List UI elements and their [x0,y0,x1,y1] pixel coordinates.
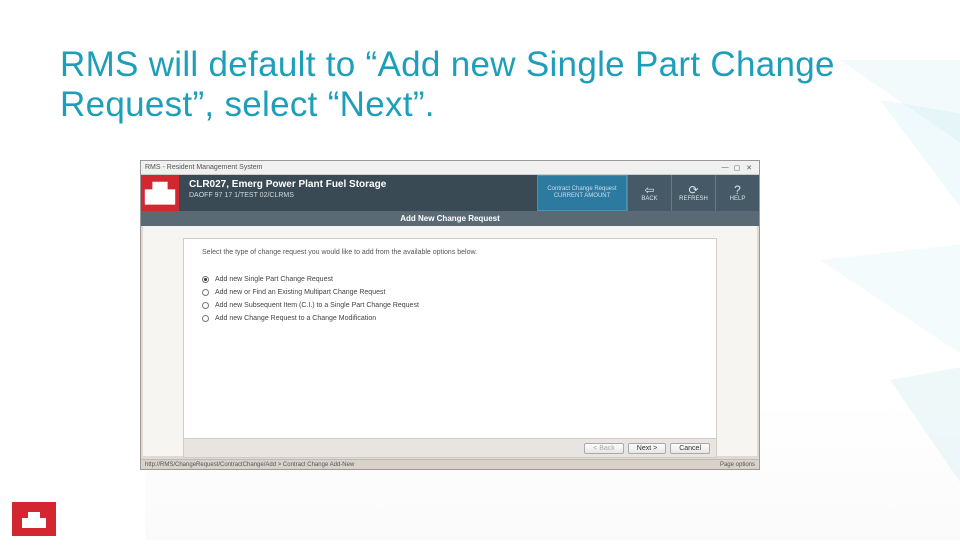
summary-box[interactable]: Contract Change Request CURRENT AMOUNT [537,175,627,211]
help-icon: ? [734,184,741,196]
contract-title: CLR027, Emerg Power Plant Fuel Storage [189,179,527,190]
option-label: Add new Subsequent Item (C.I.) to a Sing… [215,302,419,309]
option-change-modification[interactable]: Add new Change Request to a Change Modif… [202,315,698,322]
section-title: Add New Change Request [141,211,759,226]
status-page-options[interactable]: Page options [720,462,755,468]
usace-logo [141,175,179,211]
slide-title: RMS will default to “Add new Single Part… [60,45,840,126]
status-bar: http://RMS/ChangeRequest/ContractChange/… [141,459,759,469]
status-path: http://RMS/ChangeRequest/ContractChange/… [145,462,354,468]
window-minimize-button[interactable]: — [719,164,731,171]
back-button[interactable]: ⇦ BACK [627,175,671,211]
summary-box-line1: Contract Change Request [547,186,616,193]
option-label: Add new Single Part Change Request [215,276,333,283]
radio-icon [202,276,209,283]
wizard-next-button[interactable]: Next > [628,443,666,454]
back-arrow-icon: ⇦ [644,184,654,196]
app-header-main: CLR027, Emerg Power Plant Fuel Storage D… [179,175,537,211]
window-maximize-button[interactable]: ▢ [731,164,743,172]
refresh-icon: ⟳ [688,184,698,196]
option-subsequent-item[interactable]: Add new Subsequent Item (C.I.) to a Sing… [202,302,698,309]
refresh-label: REFRESH [679,196,708,202]
form-panel: Select the type of change request you wo… [183,238,717,448]
back-label: BACK [641,196,657,202]
window-titlebar: RMS - Resident Management System — ▢ ✕ [141,161,759,175]
slide-corner-logo [12,502,56,536]
refresh-button[interactable]: ⟳ REFRESH [671,175,715,211]
option-single-part[interactable]: Add new Single Part Change Request [202,276,698,283]
window-close-button[interactable]: ✕ [743,164,755,172]
radio-icon [202,315,209,322]
option-label: Add new or Find an Existing Multipart Ch… [215,289,385,296]
rms-application-window: RMS - Resident Management System — ▢ ✕ C… [140,160,760,470]
help-label: HELP [730,196,746,202]
option-label: Add new Change Request to a Change Modif… [215,315,376,322]
content-area: Select the type of change request you wo… [143,226,757,456]
contract-subtitle: DAOFF 97 17 1/TEST 02/CLRMS [189,192,527,199]
help-button[interactable]: ? HELP [715,175,759,211]
app-header: CLR027, Emerg Power Plant Fuel Storage D… [141,175,759,211]
radio-icon [202,302,209,309]
summary-box-line2: CURRENT AMOUNT [554,193,611,200]
option-multipart[interactable]: Add new or Find an Existing Multipart Ch… [202,289,698,296]
wizard-back-button[interactable]: < Back [584,443,624,454]
wizard-footer: < Back Next > Cancel [183,438,717,458]
header-actions: Contract Change Request CURRENT AMOUNT ⇦… [537,175,759,211]
wizard-cancel-button[interactable]: Cancel [670,443,710,454]
radio-icon [202,289,209,296]
window-title-text: RMS - Resident Management System [145,164,263,171]
form-intro-text: Select the type of change request you wo… [202,249,698,256]
